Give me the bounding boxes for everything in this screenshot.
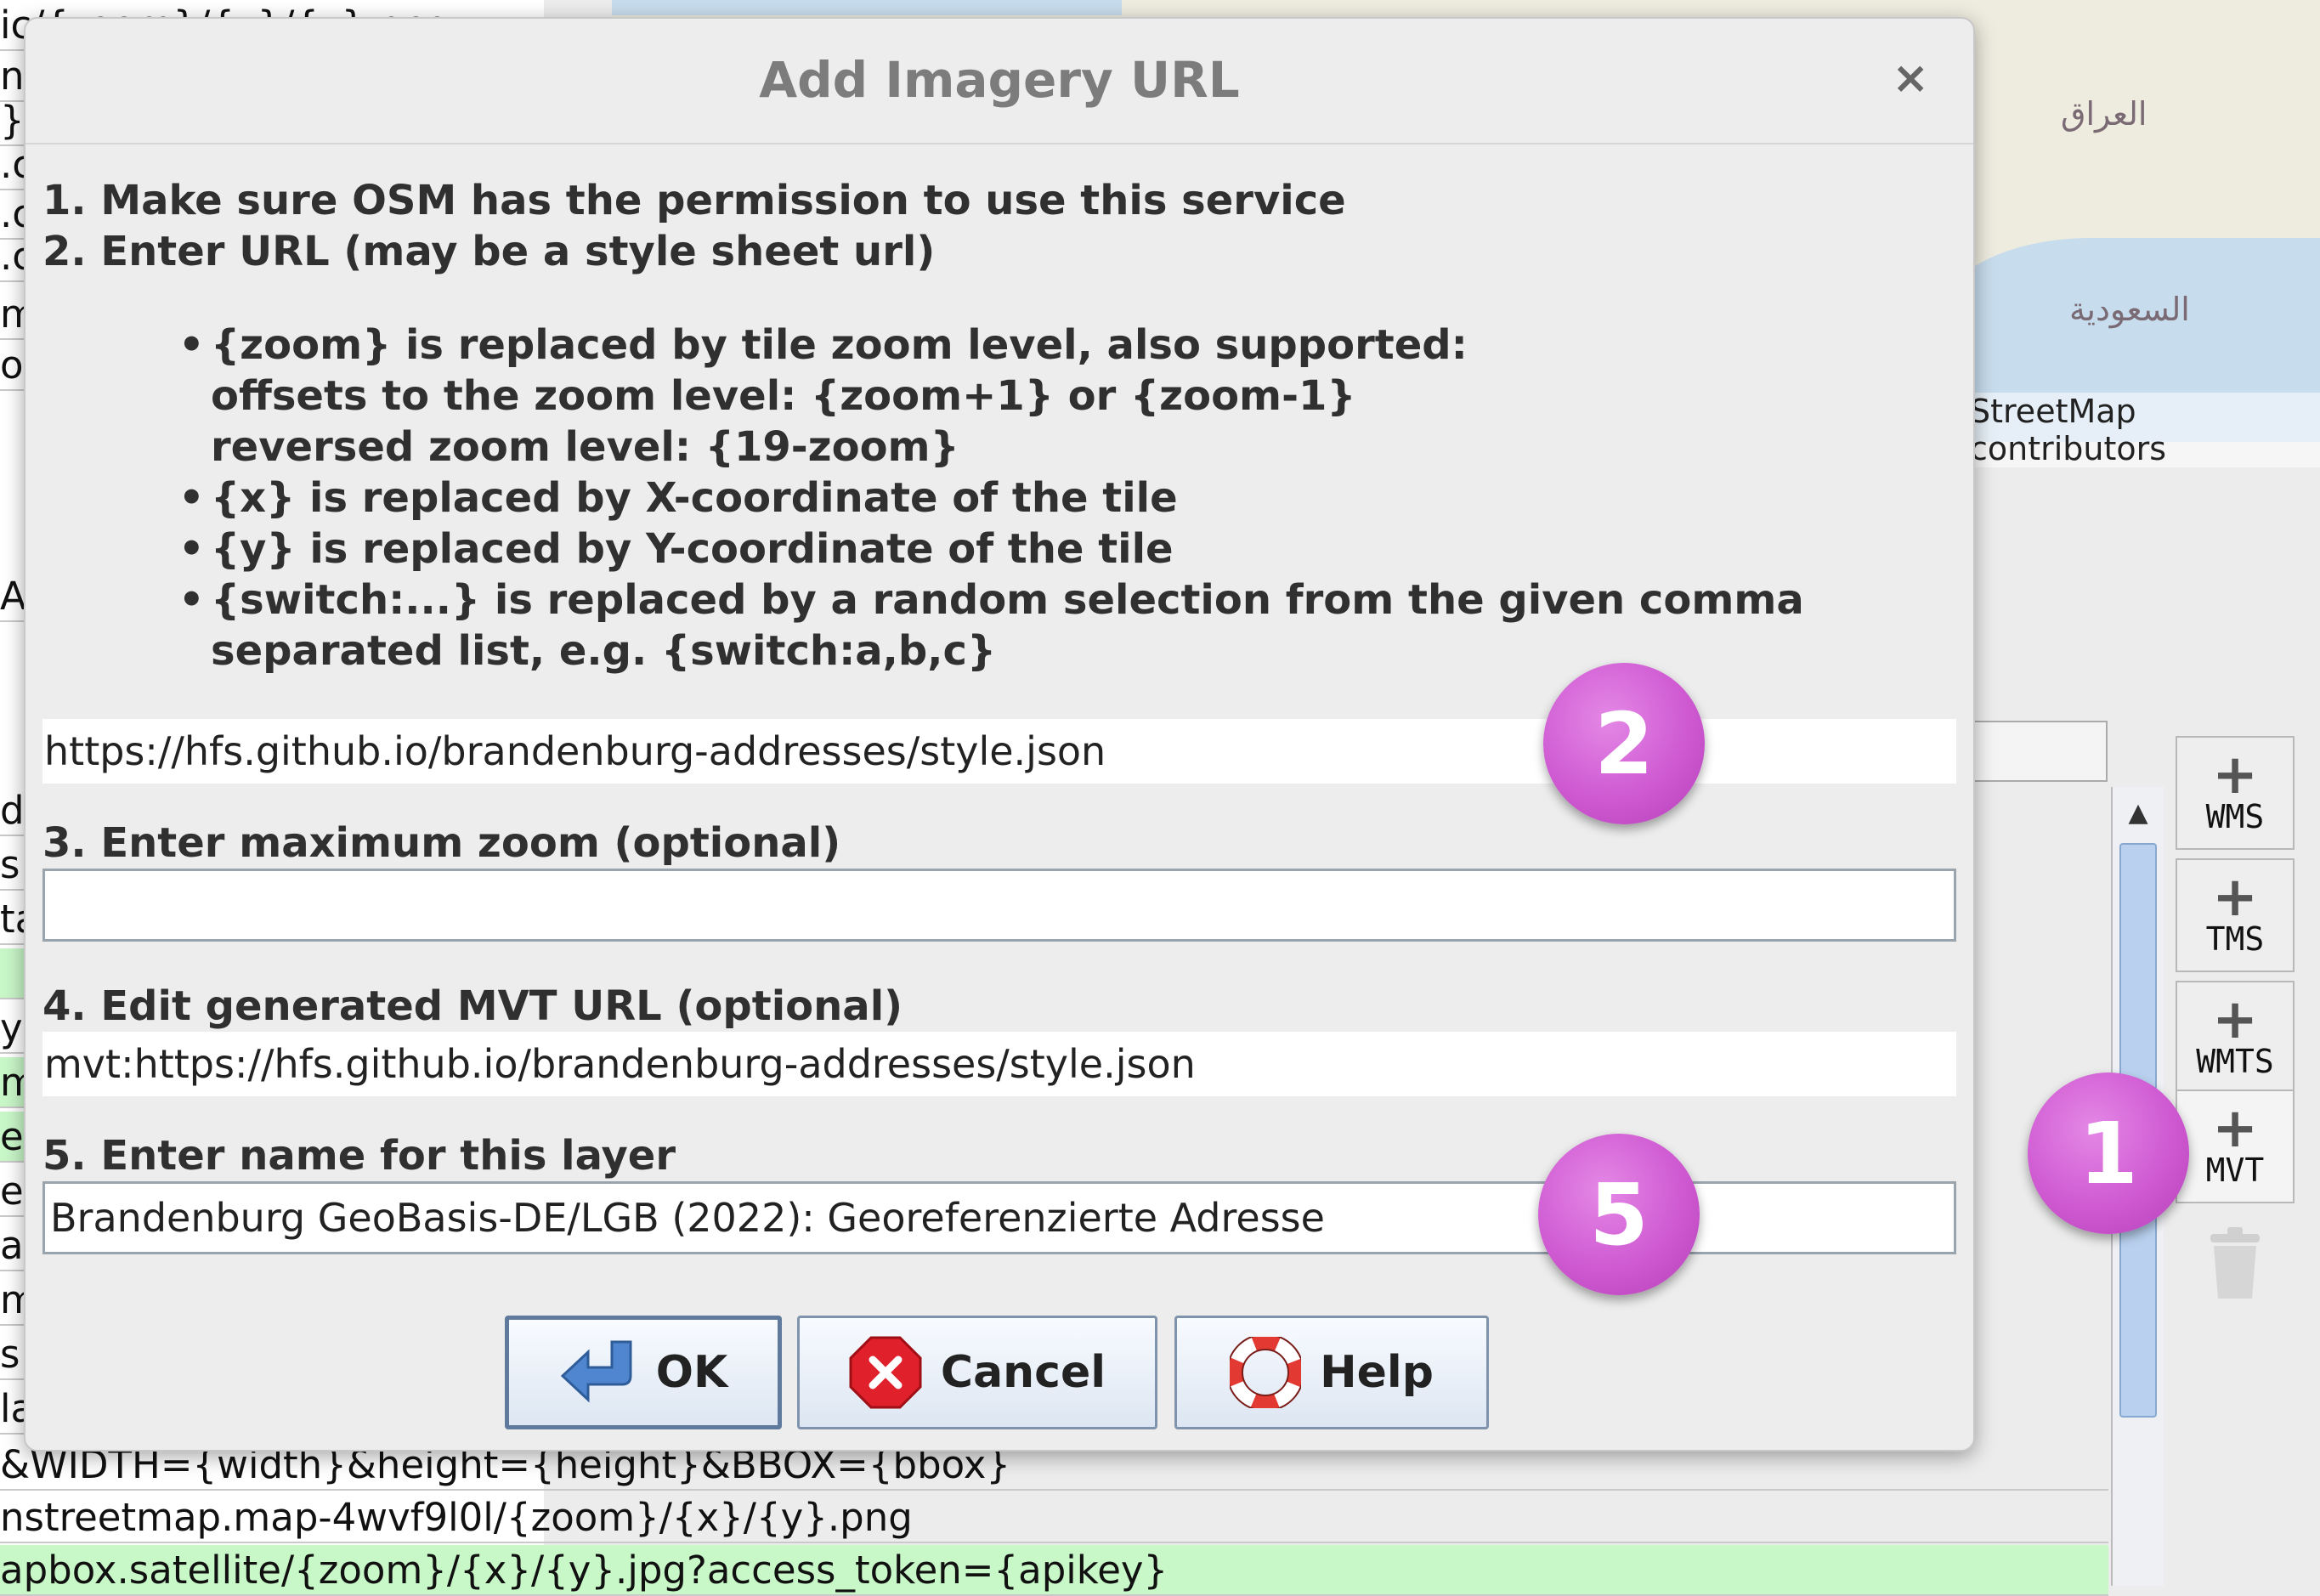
map-attribution: StreetMap contributors [1970,393,2320,467]
add-wms-label: WMS [2205,798,2265,835]
scroll-up-arrow-icon[interactable]: ▲ [2113,787,2164,838]
bullet-x-text: {x} is replaced by X-coordinate of the t… [211,474,1178,522]
imagery-list-row[interactable]: apbox.satellite/{zoom}/{x}/{y}.jpg?acces… [0,1545,2108,1596]
add-wms-button[interactable]: + WMS [2176,736,2295,850]
cancel-label: Cancel [940,1347,1106,1398]
add-wmts-button[interactable]: + WMTS [2176,981,2295,1095]
step-5-text: 5. Enter name for this layer [42,1132,676,1180]
bullet-y: • {y} is replaced by Y-coordinate of the … [178,525,1174,573]
close-icon[interactable]: × [1892,53,1929,104]
ok-button[interactable]: OK [505,1316,782,1429]
plus-icon: + [2212,1097,2258,1160]
dialog-title: Add Imagery URL [759,51,1240,109]
add-tms-label: TMS [2205,920,2265,958]
map-label-saudi-arabia: السعودية [2069,291,2190,328]
ok-arrow-icon [559,1338,637,1406]
dialog-titlebar: Add Imagery URL × [25,19,1973,144]
plus-icon: + [2212,988,2258,1051]
map-label-iraq: العراق [2061,95,2147,133]
max-zoom-input[interactable] [42,869,1956,942]
bullet-switch: • {switch:...} is replaced by a random se… [178,576,1804,624]
plus-icon: + [2212,866,2258,929]
mvt-url-input[interactable]: mvt:https://hfs.github.io/brandenburg-ad… [42,1032,1956,1096]
ok-label: OK [655,1347,728,1398]
add-tms-button[interactable]: + TMS [2176,858,2295,972]
bullet-y-text: {y} is replaced by Y-coordinate of the t… [211,525,1174,573]
bullet-x: • {x} is replaced by X-coordinate of the … [178,474,1178,522]
lifebuoy-icon [1230,1337,1302,1408]
bullet-zoom: • {zoom} is replaced by tile zoom level, … [178,321,1468,369]
help-button[interactable]: Help [1174,1316,1489,1429]
plus-icon: + [2212,744,2258,806]
bullet-zoom-reversed: reversed zoom level: {19-zoom} [211,423,959,471]
bullet-switch-continued: separated list, e.g. {switch:a,b,c} [211,627,997,675]
callout-1-badge: 1 [2028,1072,2189,1234]
bullet-zoom-text: {zoom} is replaced by tile zoom level, a… [211,321,1468,369]
bullet-zoom-offsets: offsets to the zoom level: {zoom+1} or {… [211,372,1356,420]
add-mvt-button[interactable]: + MVT [2176,1089,2295,1203]
bullet-switch-text: {switch:...} is replaced by a random sel… [211,576,1804,624]
step-3-text: 3. Enter maximum zoom (optional) [42,819,841,867]
imagery-list-row[interactable]: nstreetmap.map-4wvf9l0l/{zoom}/{x}/{y}.p… [0,1492,2108,1543]
callout-5-badge: 5 [1538,1134,1700,1295]
cancel-icon [849,1336,922,1409]
callout-2-badge: 2 [1543,663,1705,824]
step-2-text: 2. Enter URL (may be a style sheet url) [42,228,936,275]
delete-trash-icon[interactable] [2176,1207,2295,1321]
add-wmts-label: WMTS [2196,1043,2274,1080]
help-label: Help [1320,1347,1434,1398]
step-1-text: 1. Make sure OSM has the permission to u… [42,177,1346,224]
step-4-text: 4. Edit generated MVT URL (optional) [42,982,903,1030]
add-mvt-label: MVT [2205,1152,2265,1189]
cancel-button[interactable]: Cancel [797,1316,1157,1429]
